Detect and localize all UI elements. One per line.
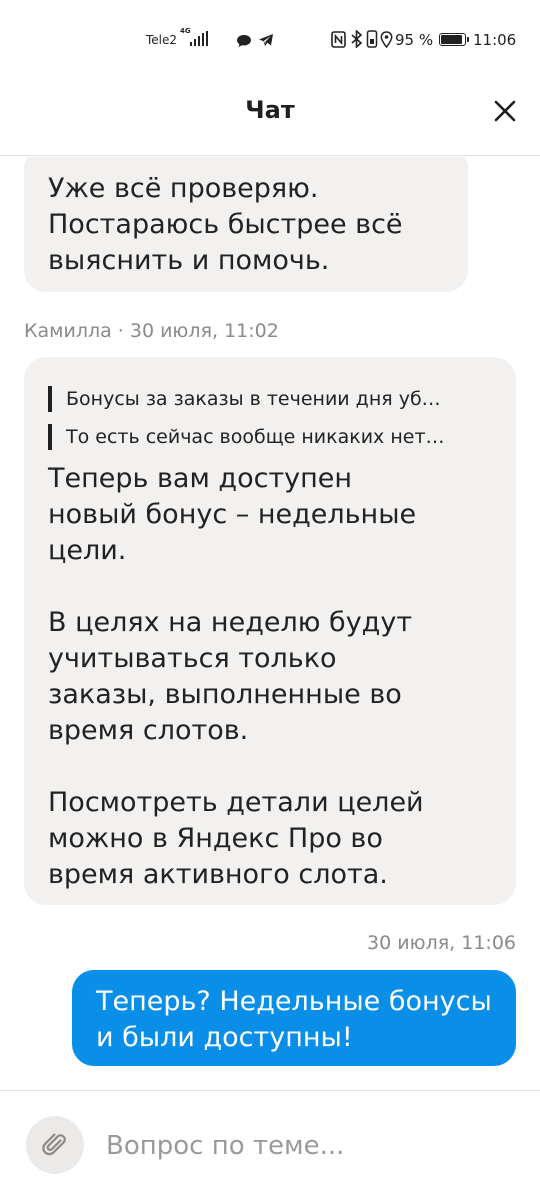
page-title: Чат — [245, 96, 295, 124]
nfc-icon — [331, 31, 346, 52]
message-notification-icon — [236, 33, 252, 52]
incoming-message[interactable]: Уже всё проверяю. Постараюсь быстрее всё… — [24, 157, 468, 292]
message-text: Теперь вам доступен новый бонус – недель… — [48, 463, 424, 890]
attach-button[interactable] — [26, 1116, 84, 1174]
close-button[interactable] — [488, 94, 522, 128]
battery-icon — [439, 33, 469, 46]
quote-text: То есть сейчас вообще никаких нет… — [66, 426, 445, 448]
paperclip-icon — [42, 1133, 66, 1156]
signal-icon — [190, 31, 208, 46]
telegram-notification-icon — [258, 32, 274, 51]
composer — [0, 1090, 540, 1200]
clock: 11:06 — [473, 31, 517, 49]
quote-text: Бонусы за заказы в течении дня уб… — [66, 388, 441, 410]
message-list[interactable]: Уже всё проверяю. Постараюсь быстрее всё… — [0, 157, 540, 1089]
battery-percent: 95 % — [395, 31, 434, 49]
quote-bar — [48, 386, 52, 412]
phone-status-icon — [366, 30, 378, 52]
close-icon — [494, 100, 516, 122]
bluetooth-icon — [350, 29, 364, 52]
carrier-label: Tele2 — [146, 33, 178, 47]
outgoing-message[interactable]: Теперь? Недельные бонусы и были доступны… — [72, 970, 516, 1066]
message-input[interactable] — [106, 1121, 506, 1171]
message-meta: Камилла · 30 июля, 11:02 — [24, 320, 279, 342]
quoted-message[interactable]: Бонусы за заказы в течении дня уб… — [48, 381, 492, 417]
message-text: Уже всё проверяю. Постараюсь быстрее всё… — [48, 173, 403, 276]
quoted-message[interactable]: То есть сейчас вообще никаких нет… — [48, 419, 492, 455]
status-bar: Tele2 4G 95 % 11:06 — [0, 0, 540, 80]
message-meta: 30 июля, 11:06 — [367, 932, 516, 954]
location-icon — [380, 31, 393, 52]
message-text: Теперь? Недельные бонусы и были доступны… — [96, 986, 492, 1053]
quote-bar — [48, 424, 52, 450]
incoming-message[interactable]: Бонусы за заказы в течении дня уб… То ес… — [24, 357, 516, 905]
chat-header: Чат — [0, 80, 540, 156]
